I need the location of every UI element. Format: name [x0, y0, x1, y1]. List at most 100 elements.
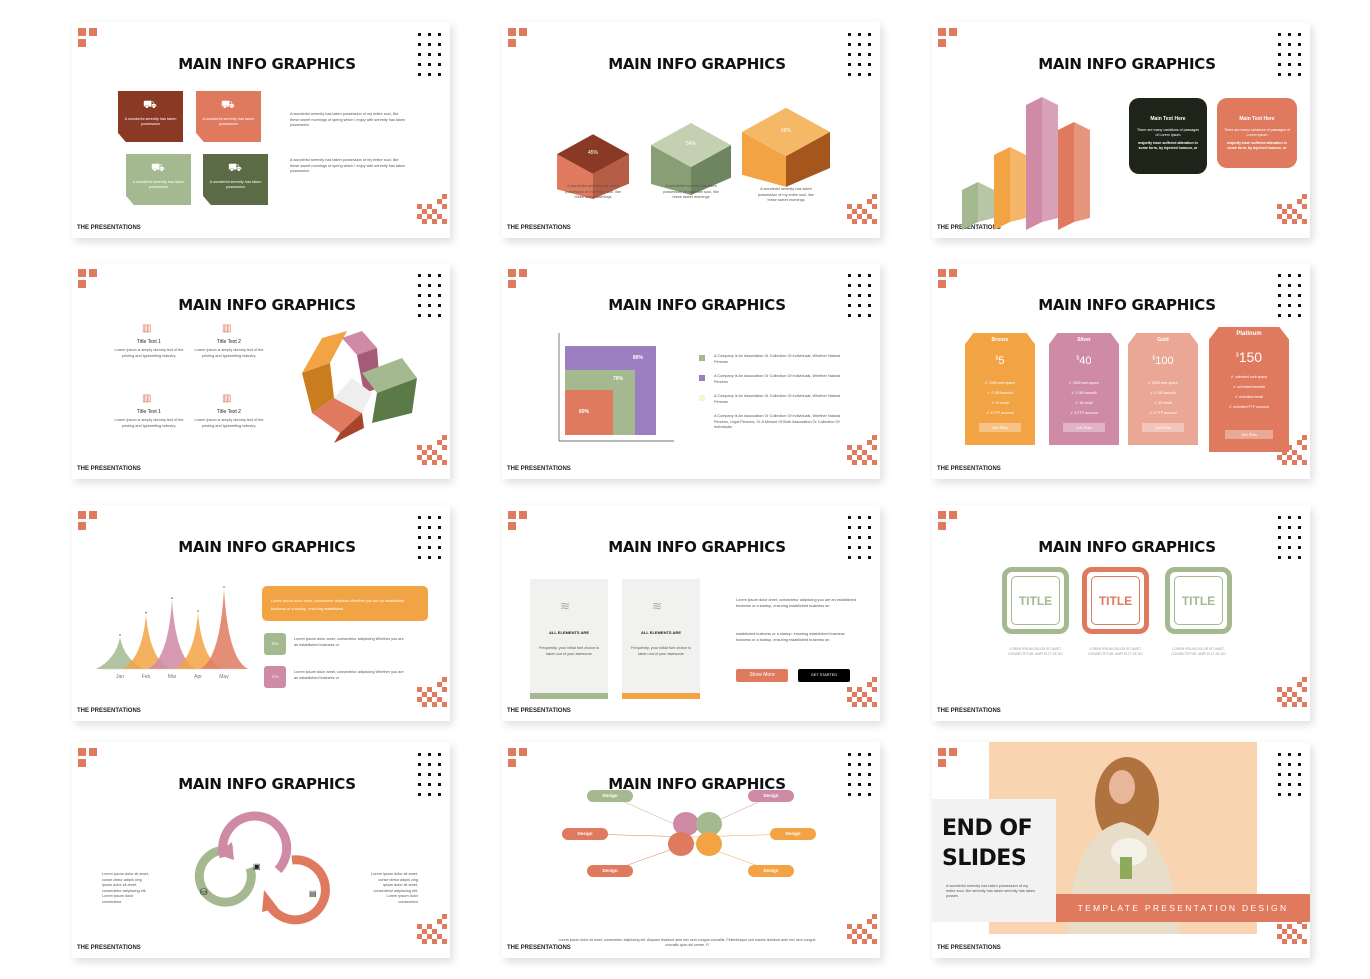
- slide-12[interactable]: THE PRESENTATIONS END OF SLIDES A wonderful…: [932, 742, 1310, 958]
- info-box: ⛟ A wonderful serenity has taken possessi…: [126, 154, 191, 205]
- x-tick-label: Jan: [115, 674, 125, 680]
- design-pill[interactable]: Design: [587, 790, 633, 802]
- slide-title: MAIN INFO GRAPHICS: [1038, 538, 1216, 556]
- peak-marker: [119, 634, 121, 636]
- slide-title: MAIN INFO GRAPHICS: [1038, 296, 1216, 314]
- checker-square: [1287, 687, 1292, 692]
- info-box: ⛟ A wonderful serenity has taken possessi…: [118, 91, 183, 142]
- square-label: 80%: [632, 355, 643, 361]
- slide-11[interactable]: MAIN INFO GRAPHICS THE PRESENTATIONS Desig…: [502, 742, 880, 958]
- bullet-text: A wonderful serenity has taken possessio…: [290, 158, 406, 173]
- dot: [858, 556, 861, 559]
- box-text-2: majority have suffered alteration in som…: [1138, 141, 1198, 150]
- nested-square-chart: [558, 333, 674, 442]
- tile-label: TITLE: [1011, 576, 1060, 625]
- box-text: A wonderful serenity has taken possessio…: [202, 117, 255, 126]
- layers-icon: ≋: [560, 599, 571, 613]
- bar-front: [1026, 97, 1042, 230]
- corner-square: [938, 280, 946, 288]
- dot: [1288, 284, 1291, 287]
- coins-icon: ⛁: [200, 887, 208, 897]
- design-pill[interactable]: Design: [770, 828, 816, 840]
- tile-label: TITLE: [1091, 576, 1140, 625]
- slide-9[interactable]: MAIN INFO GRAPHICS THE PRESENTATIONS TITLE…: [932, 505, 1310, 721]
- design-pill[interactable]: Design: [562, 828, 608, 840]
- checker-square: [872, 687, 877, 692]
- design-pill[interactable]: Design: [748, 790, 794, 802]
- get-started-button[interactable]: GET STARTED: [798, 669, 850, 682]
- slide-7[interactable]: MAIN INFO GRAPHICS THE PRESENTATIONS Jan Fe…: [72, 505, 450, 721]
- slide-1[interactable]: MAIN INFO GRAPHICS THE PRESENTATIONS ⛟ A wo…: [72, 22, 450, 238]
- dot: [418, 43, 421, 46]
- bar-side: [1010, 147, 1026, 222]
- box-text: There are many variations of passages of…: [1136, 128, 1200, 137]
- card-heading: ALL ELEMENTS ARE: [548, 630, 589, 635]
- square-label: 70%: [612, 376, 623, 382]
- feature-text: 20 email: [1158, 401, 1172, 405]
- dot: [1298, 314, 1301, 317]
- plan-price: $100: [1128, 355, 1198, 367]
- price-value: 150: [1238, 349, 1263, 365]
- slide-10[interactable]: MAIN INFO GRAPHICS THE PRESENTATIONS ⛁ ▣ ▤ Lo…: [72, 742, 450, 958]
- checker-square: [1297, 682, 1302, 687]
- dot: [1288, 516, 1291, 519]
- corner-square: [89, 28, 97, 36]
- design-pill[interactable]: Design: [587, 865, 633, 877]
- get-plan-button[interactable]: Get Plan: [1063, 423, 1105, 432]
- square-label: 60%: [578, 409, 589, 415]
- feature-text: 15 email: [1079, 401, 1093, 405]
- browser-icon: ▣: [253, 862, 261, 871]
- checker-square: [852, 692, 857, 697]
- checker-square: [432, 219, 437, 224]
- checker-square: [1302, 460, 1307, 465]
- slide-2[interactable]: MAIN INFO GRAPHICS THE PRESENTATIONS 45% A …: [502, 22, 880, 238]
- checker-square: [1302, 435, 1307, 440]
- slide-3[interactable]: MAIN INFO GRAPHICS THE PRESENTATIONS Main …: [932, 22, 1310, 238]
- dot: [858, 516, 861, 519]
- get-plan-button[interactable]: Get Plan: [1225, 430, 1273, 439]
- checker-square: [862, 692, 867, 697]
- feature: ✔ 2000 web space: [1049, 381, 1119, 385]
- truck-icon: ⛟: [228, 162, 242, 174]
- feature-text: unlimited banwith: [1237, 385, 1265, 389]
- checker-square: [872, 677, 877, 682]
- tile-text: LOREM IPSUM DOLOR SIT AMET, CONSECTETUR.…: [1171, 647, 1226, 656]
- cube-label: 54%: [685, 141, 696, 147]
- corner-square: [938, 511, 946, 519]
- bar-front: [994, 147, 1010, 230]
- stat-text: Lorem ipsum dolor amet, consectetur adip…: [294, 637, 404, 647]
- info-box: ⛟ A wonderful serenity has taken possessi…: [196, 91, 261, 142]
- slide-6[interactable]: MAIN INFO GRAPHICS THE PRESENTATIONS Bronz…: [932, 263, 1310, 479]
- layers-icon: ≋: [652, 599, 663, 613]
- checker-square: [437, 199, 442, 204]
- slide-footer: THE PRESENTATIONS: [77, 225, 141, 231]
- slide-8[interactable]: MAIN INFO GRAPHICS THE PRESENTATIONS ≋ ALL …: [502, 505, 880, 721]
- show-more-button[interactable]: Show More: [736, 669, 788, 682]
- slide-4[interactable]: MAIN INFO GRAPHICS THE PRESENTATIONS ▥ Titl…: [72, 263, 450, 479]
- get-plan-button[interactable]: Get Plan: [1142, 423, 1184, 432]
- get-plan-button[interactable]: Get Plan: [979, 423, 1021, 432]
- dot: [428, 73, 431, 76]
- dot: [438, 33, 441, 36]
- design-pill[interactable]: Design: [748, 865, 794, 877]
- brain-lobe: [696, 832, 722, 856]
- pricing-card: Silver $40 ✔ 2000 web space ✔ 3 GB banwith ✔…: [1049, 333, 1119, 445]
- checker-square: [847, 687, 852, 692]
- slide-5[interactable]: MAIN INFO GRAPHICS THE PRESENTATIONS 80% 70…: [502, 263, 880, 479]
- box-text: There are many variations of passages of…: [1223, 128, 1291, 137]
- checker-square: [432, 209, 437, 214]
- info-box: ⛟ A wonderful serenity has taken possessi…: [203, 154, 268, 205]
- feature: ✔ 3000 web space: [1128, 381, 1198, 385]
- 3d-shape-svg: [302, 331, 417, 443]
- cube-label: 45%: [587, 150, 598, 157]
- checker-square: [1302, 687, 1307, 692]
- feature: ✔ 2 FTP account: [965, 411, 1035, 415]
- bar-front: [1058, 122, 1074, 230]
- box-heading: Main Text Here: [1239, 116, 1275, 122]
- legend-text: A Company Is An Association Or Collectio…: [714, 394, 841, 404]
- x-tick-label: May: [219, 674, 229, 680]
- dot: [1298, 556, 1301, 559]
- cube-label: 68%: [780, 127, 791, 134]
- stems: [1120, 857, 1132, 879]
- dot: [848, 516, 851, 519]
